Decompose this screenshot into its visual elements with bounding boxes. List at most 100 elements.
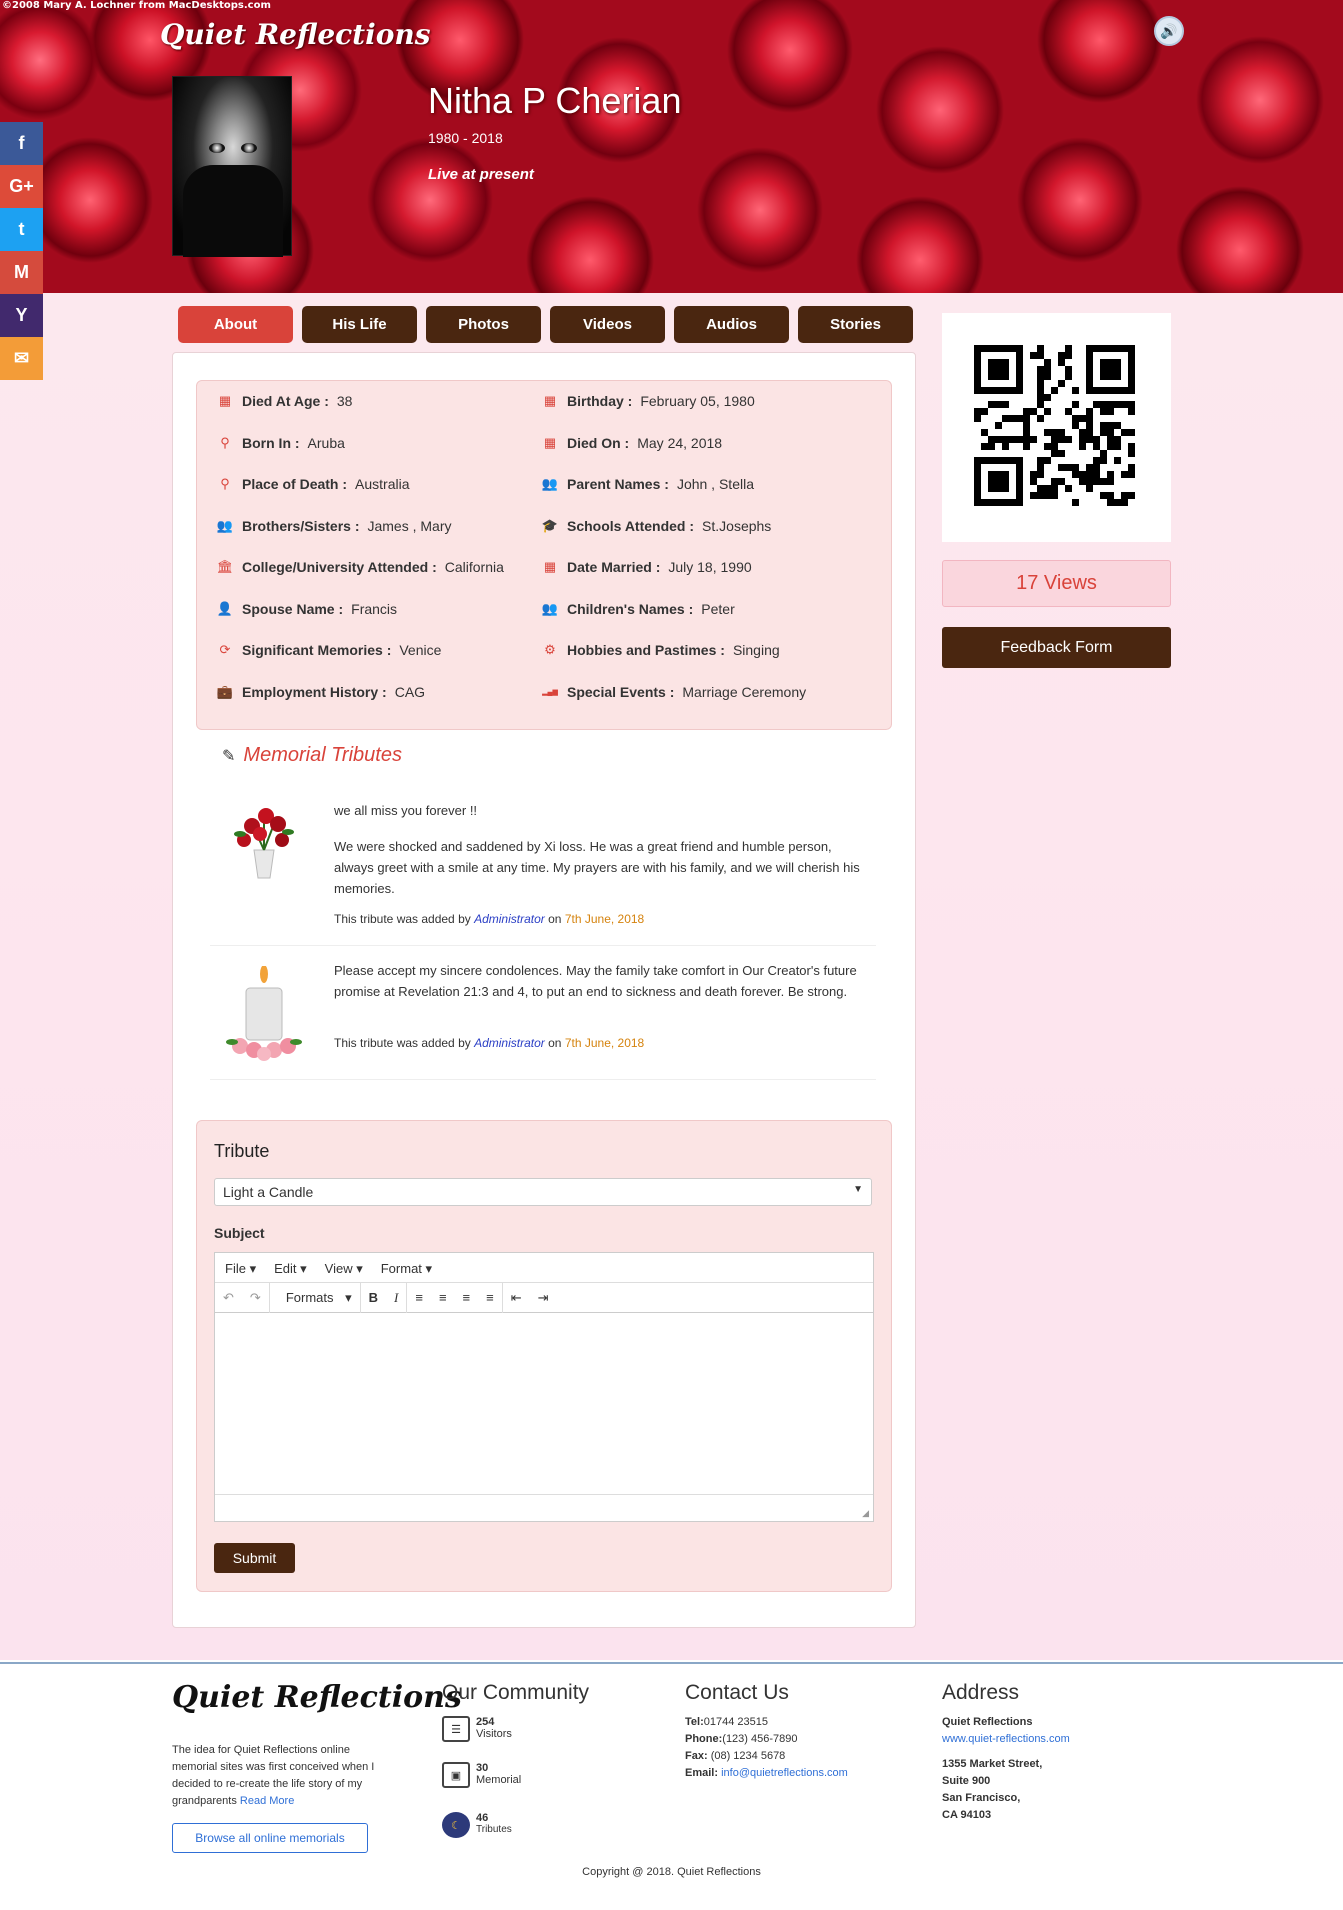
info-value: 38 [336,393,353,409]
tribute-type-select[interactable]: Light a Candle ▼ [214,1178,872,1206]
redo-icon[interactable]: ↷ [242,1290,269,1306]
info-value: Francis [351,600,398,617]
info-value: February 05, 1980 [640,393,755,409]
bold-icon[interactable]: B [361,1290,386,1305]
align-justify-icon[interactable]: ≡ [478,1290,502,1305]
stat-label: Memorial [476,1774,522,1786]
browse-memorials-button[interactable]: Browse all online memorials [172,1823,368,1853]
community-heading: Our Community [442,1681,590,1704]
info-value: Venice [399,642,442,658]
align-right-icon[interactable]: ≡ [455,1290,479,1305]
facebook-icon: f [18,133,25,153]
copyright: Copyright @ 2018. Quiet Reflections [582,1866,761,1878]
image-credit: ©2008 Mary A. Lochner from MacDesktops.c… [2,0,271,11]
info-row: ⚲ Place of Death : Australia [216,476,409,492]
info-row: 💼 Employment History : CAG [216,684,425,700]
email-link[interactable]: info@quietreflections.com [721,1767,848,1779]
info-label: Significant Memories : [242,642,392,658]
stat-value: 254 [476,1716,495,1728]
info-label: Date Married : [567,559,661,575]
address-name: Quiet Reflections [942,1716,1033,1728]
gmail-share-button[interactable]: M [0,251,43,294]
memorial-icon: ▣ [442,1762,470,1788]
resize-handle-icon[interactable]: ◢ [862,1508,869,1519]
twitter-share-button[interactable]: t [0,208,43,251]
info-value: Marriage Ceremony [682,683,807,700]
google-plus-icon: G+ [9,176,34,196]
feedback-form-button[interactable]: Feedback Form [942,627,1171,668]
subject-label: Subject [214,1225,265,1241]
info-label: Children's Names : [567,600,694,617]
tributes-icon: ☾ [442,1812,470,1838]
sound-toggle-button[interactable]: 🔊 [1154,16,1184,46]
info-value: May 24, 2018 [637,434,723,451]
tributes-title: Memorial Tributes [243,744,402,766]
site-logo[interactable]: Quiet Reflections [160,18,431,51]
info-row: 👥 Parent Names : John , Stella [541,476,754,492]
menu-format[interactable]: Format ▾ [381,1261,432,1276]
footer-logo[interactable]: Quiet Reflections [172,1680,462,1715]
stat-label: Tributes [476,1824,512,1835]
outdent-icon[interactable]: ⇤ [503,1290,530,1306]
author-link[interactable]: Administrator [474,1036,545,1050]
refresh-icon: ⟳ [219,642,231,657]
users-icon: 👥 [541,600,559,616]
website-link[interactable]: www.quiet-reflections.com [942,1731,1070,1748]
info-label: Birthday : [567,393,633,409]
address-zip: CA 94103 [942,1809,992,1821]
menu-edit[interactable]: Edit ▾ [274,1261,307,1276]
contact-tel: Tel:01744 23515 [685,1716,768,1728]
info-label: Hobbies and Pastimes : [567,642,725,658]
facebook-share-button[interactable]: f [0,122,43,165]
info-row: ⚙ Hobbies and Pastimes : Singing [541,642,779,658]
editor-text-area[interactable] [215,1315,873,1495]
italic-icon[interactable]: I [386,1290,406,1306]
contact-heading: Contact Us [685,1681,789,1704]
info-value: John , Stella [676,476,754,492]
author-link[interactable]: Administrator [474,912,545,926]
tribute-byline: This tribute was added by Administrator … [334,1036,644,1050]
formats-dropdown[interactable]: Formats ▾ [270,1290,360,1306]
tab-about[interactable]: About [178,306,293,343]
location-pin-icon: ⚲ [220,434,230,450]
align-center-icon[interactable]: ≡ [431,1290,455,1305]
google-plus-share-button[interactable]: G+ [0,165,43,208]
header-banner: ©2008 Mary A. Lochner from MacDesktops.c… [0,0,1343,293]
tab-stories[interactable]: Stories [798,306,913,343]
portrait-veil [183,165,283,257]
tab-videos[interactable]: Videos [550,306,665,343]
contact-phone: Phone:(123) 456-7890 [685,1733,798,1745]
social-share-bar: f G+ t M Y ✉ [0,122,43,380]
briefcase-icon: 💼 [216,683,234,699]
info-row: 🎓 Schools Attended : St.Josephs [541,518,771,534]
info-label: Born In : [242,434,300,451]
info-label: Died On : [567,434,630,451]
menu-view[interactable]: View ▾ [325,1261,363,1276]
contact-email: Email: info@quietreflections.com [685,1767,848,1779]
candle-image [226,966,302,1061]
info-row: 👥 Brothers/Sisters : James , Mary [216,518,452,534]
stat-label: Visitors [476,1728,512,1740]
yahoo-share-button[interactable]: Y [0,294,43,337]
tab-photos[interactable]: Photos [426,306,541,343]
menu-file[interactable]: File ▾ [225,1261,256,1276]
info-value: Peter [701,600,735,617]
portrait-photo [172,76,292,257]
align-left-icon[interactable]: ≡ [407,1290,431,1305]
info-label: Died At Age : [242,393,329,409]
address-city: San Francisco, [942,1792,1021,1804]
life-years: 1980 - 2018 [428,130,503,146]
live-status: Live at present [428,166,534,183]
portrait-eyes [209,143,259,155]
tab-his-life[interactable]: His Life [302,306,417,343]
rich-text-editor: File ▾ Edit ▾ View ▾ Format ▾ ↶ ↷ Format… [214,1252,874,1522]
submit-button[interactable]: Submit [214,1543,295,1573]
university-icon: 🏛 [216,559,234,574]
indent-icon[interactable]: ⇥ [530,1290,557,1306]
tab-audios[interactable]: Audios [674,306,789,343]
editor-menubar: File ▾ Edit ▾ View ▾ Format ▾ [215,1253,873,1283]
undo-icon[interactable]: ↶ [215,1290,242,1306]
email-share-button[interactable]: ✉ [0,337,43,380]
read-more-link[interactable]: Read More [240,1795,294,1807]
gears-icon: ⚙ [544,642,556,657]
